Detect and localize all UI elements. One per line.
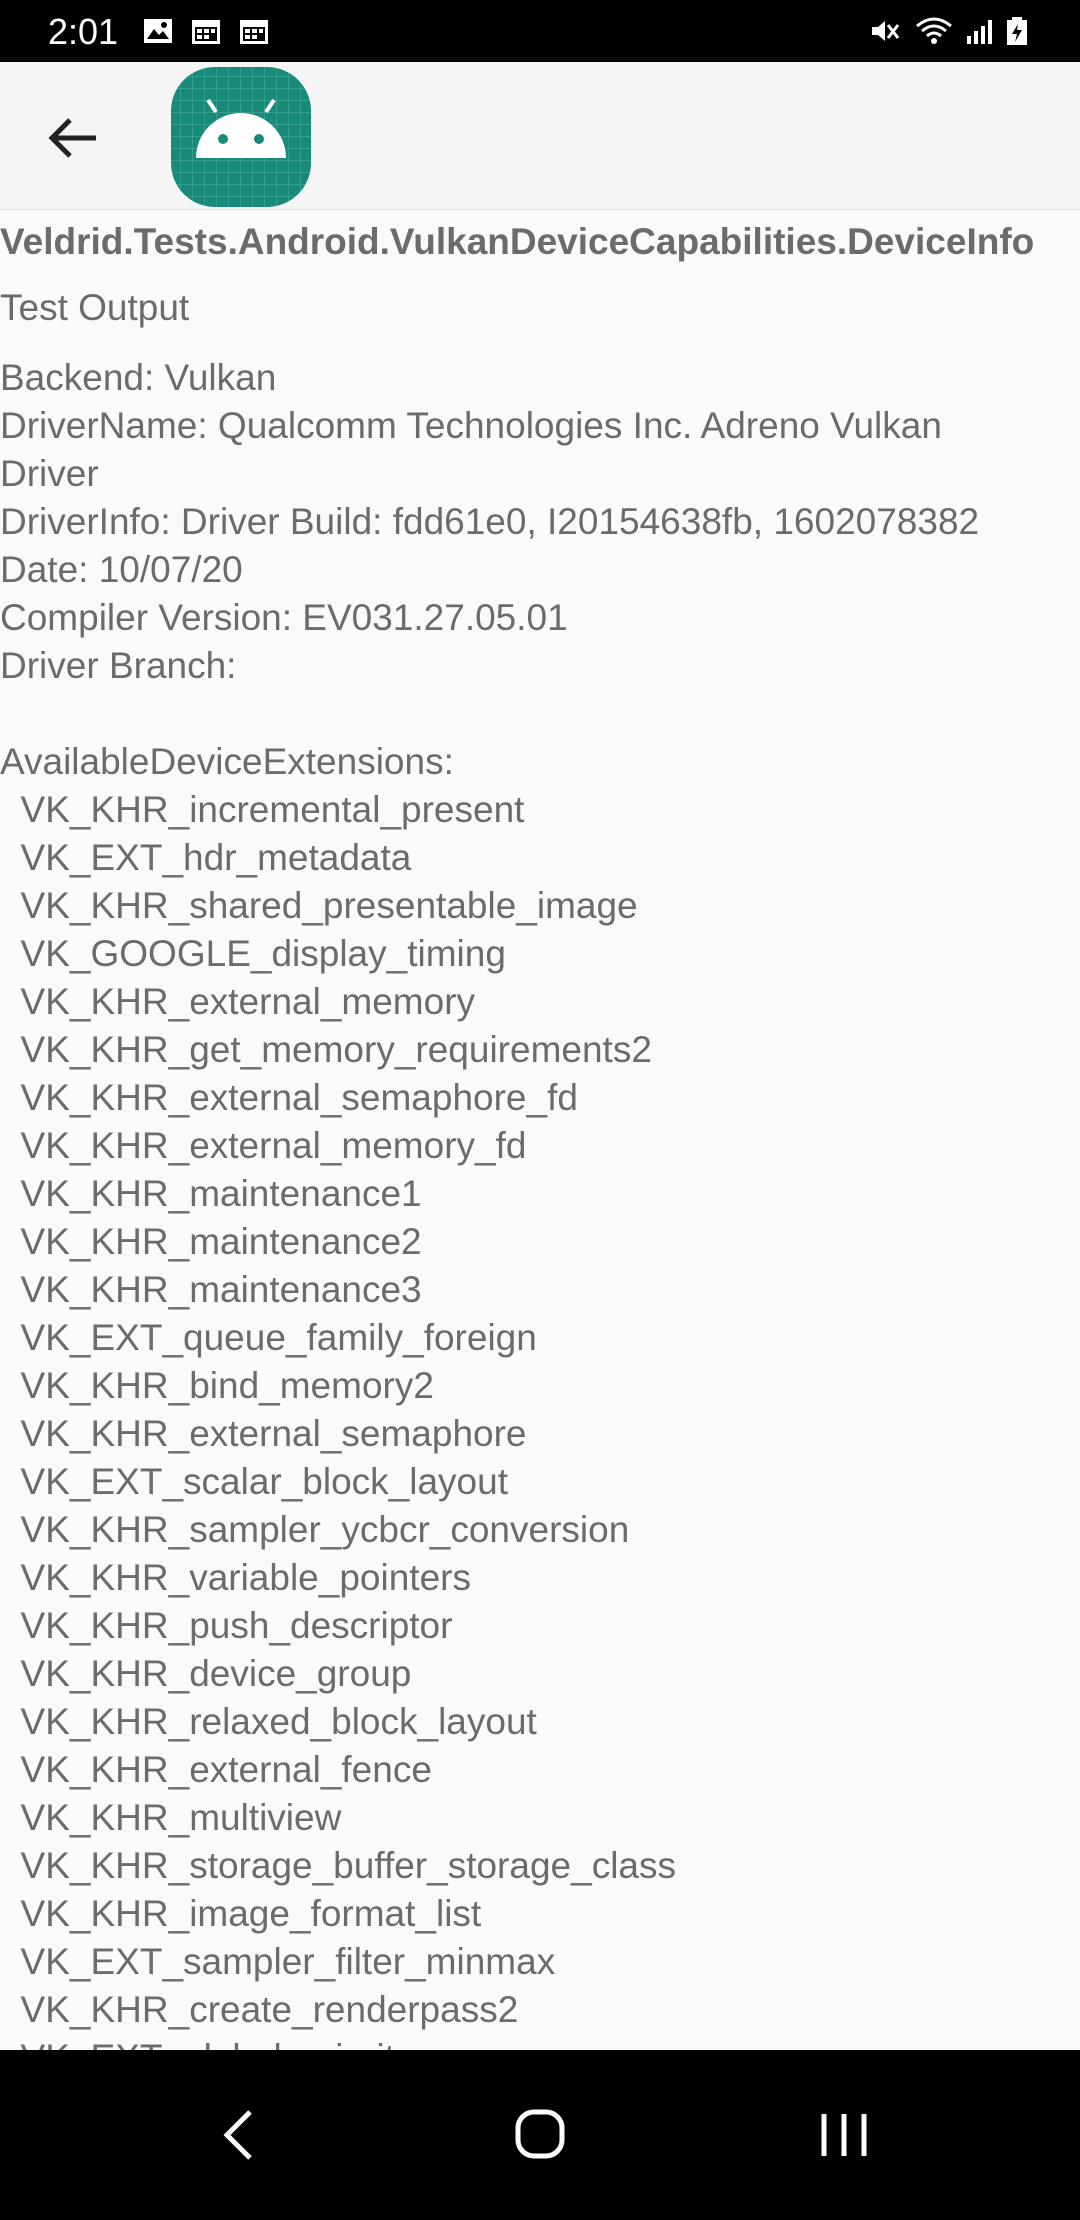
nav-home-icon[interactable] [500, 2100, 580, 2170]
output-line: VK_KHR_shared_presentable_image [0, 885, 638, 926]
output-line: VK_KHR_maintenance3 [0, 1269, 422, 1310]
output-line: VK_KHR_maintenance1 [0, 1173, 422, 1214]
signal-icon [967, 20, 992, 44]
status-time: 2:01 [48, 11, 119, 52]
output-line: DriverName: Qualcomm Technologies Inc. A… [0, 405, 942, 446]
output-line: VK_KHR_get_memory_requirements2 [0, 1029, 652, 1070]
output-line: VK_KHR_external_semaphore_fd [0, 1077, 578, 1118]
output-line: VK_KHR_push_descriptor [0, 1605, 453, 1646]
output-line: Driver Branch: [0, 645, 237, 686]
output-line: Driver [0, 453, 99, 494]
output-line: VK_KHR_sampler_ycbcr_conversion [0, 1509, 630, 1550]
test-output-view[interactable]: Veldrid.Tests.Android.VulkanDeviceCapabi… [0, 210, 1080, 2050]
output-line: VK_KHR_create_renderpass2 [0, 1989, 519, 2030]
nav-recents-icon[interactable] [804, 2100, 884, 2170]
wifi-icon [916, 17, 952, 44]
status-bar: 2:01 [0, 0, 1080, 62]
section-label: Test Output [0, 287, 190, 328]
app-bar [0, 62, 1080, 210]
output-line: VK_EXT_sampler_filter_minmax [0, 1941, 556, 1982]
output-lines: Backend: Vulkan DriverName: Qualcomm Tech… [0, 354, 1080, 2050]
output-line: VK_KHR_variable_pointers [0, 1557, 471, 1598]
output-line: VK_EXT_global_priority [0, 2034, 1080, 2050]
output-line: VK_EXT_scalar_block_layout [0, 1461, 508, 1502]
output-line: VK_KHR_device_group [0, 1653, 412, 1694]
output-line: VK_KHR_storage_buffer_storage_class [0, 1845, 676, 1886]
output-line: VK_KHR_external_fence [0, 1749, 432, 1790]
output-line: VK_KHR_bind_memory2 [0, 1365, 434, 1406]
nav-back-icon[interactable] [200, 2100, 280, 2170]
image-icon [144, 19, 172, 43]
android-robot-icon [171, 67, 311, 207]
output-line: Backend: Vulkan [0, 357, 277, 398]
output-line: Compiler Version: EV031.27.05.01 [0, 597, 568, 638]
output-line: AvailableDeviceExtensions: [0, 741, 454, 782]
output-line: VK_KHR_relaxed_block_layout [0, 1701, 537, 1742]
calendar-icon [240, 20, 268, 44]
output-line: VK_KHR_maintenance2 [0, 1221, 422, 1262]
battery-charging-icon [1007, 17, 1027, 45]
output-line: VK_KHR_image_format_list [0, 1893, 482, 1934]
test-name: Veldrid.Tests.Android.VulkanDeviceCapabi… [0, 221, 1035, 262]
output-line: VK_GOOGLE_display_timing [0, 933, 506, 974]
output-line: DriverInfo: Driver Build: fdd61e0, I2015… [0, 501, 980, 542]
output-line: VK_KHR_external_memory [0, 981, 476, 1022]
output-line: VK_KHR_external_semaphore [0, 1413, 527, 1454]
output-line: VK_KHR_multiview [0, 1797, 342, 1838]
calendar-icon [192, 20, 220, 44]
output-line: VK_EXT_hdr_metadata [0, 837, 412, 878]
navigation-bar [0, 2050, 1080, 2220]
output-line: VK_KHR_external_memory_fd [0, 1125, 527, 1166]
arrow-back-icon[interactable] [44, 110, 104, 166]
output-line: VK_KHR_incremental_present [0, 789, 525, 830]
output-line: Date: 10/07/20 [0, 549, 243, 590]
mute-icon [872, 21, 900, 41]
output-line: VK_EXT_queue_family_foreign [0, 1317, 537, 1358]
